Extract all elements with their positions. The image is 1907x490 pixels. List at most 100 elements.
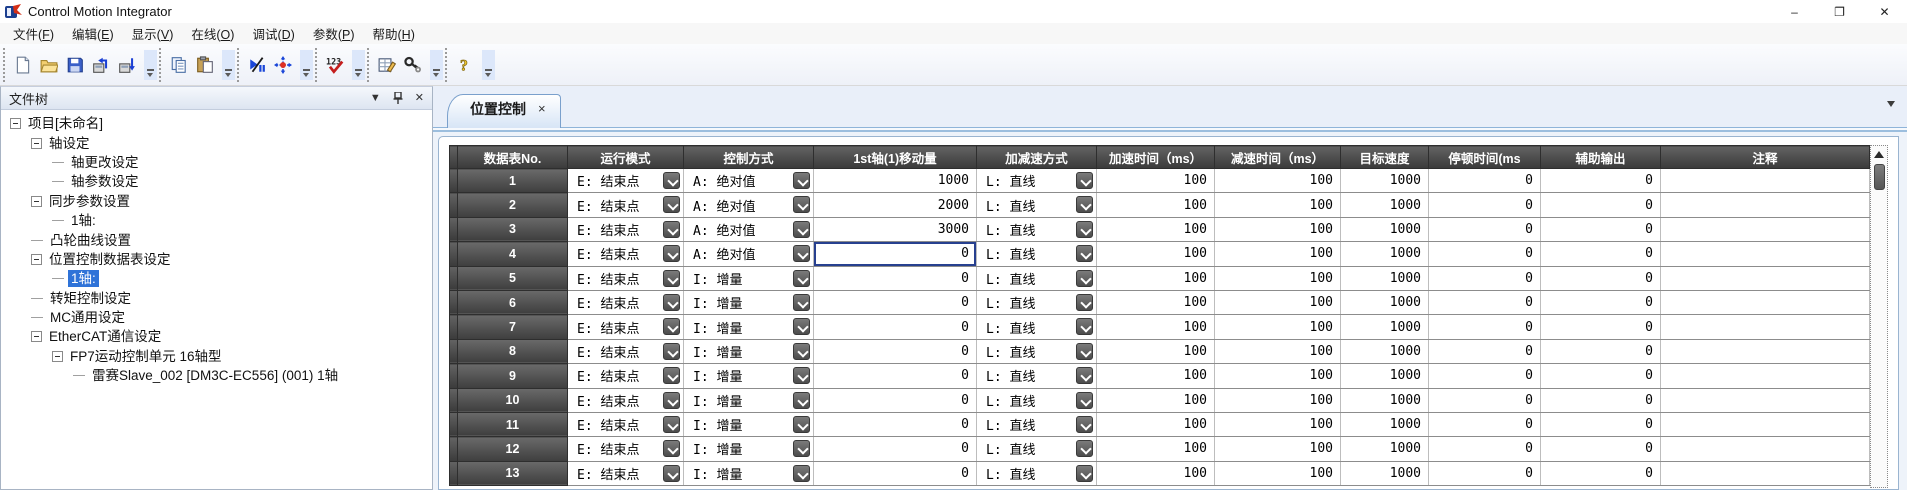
cell-accel-time[interactable]: 100	[1097, 461, 1215, 485]
cell-accel-time[interactable]: 100	[1097, 339, 1215, 363]
dropdown-chevron-icon[interactable]	[663, 440, 680, 457]
cell-dwell-time[interactable]: 0	[1429, 315, 1541, 339]
cell-dwell-time[interactable]: 0	[1429, 217, 1541, 241]
cell-dwell-time[interactable]: 0	[1429, 437, 1541, 461]
menu-item[interactable]: 调试(D)	[243, 22, 303, 45]
cell-table-no[interactable]: 8	[458, 339, 568, 363]
cell-comment[interactable]	[1661, 242, 1870, 266]
cell-dwell-time[interactable]: 0	[1429, 339, 1541, 363]
cell-accel-mode[interactable]: L: 直线	[977, 339, 1097, 363]
cell-control-mode[interactable]: A: 绝对值	[684, 169, 814, 193]
upload-from-unit-icon[interactable]	[90, 54, 112, 76]
cell-table-no[interactable]: 9	[458, 364, 568, 388]
collapse-icon[interactable]	[10, 118, 21, 129]
cell-table-no[interactable]: 12	[458, 437, 568, 461]
dropdown-chevron-icon[interactable]	[663, 221, 680, 238]
column-header[interactable]: 数据表No.	[458, 146, 568, 169]
cell-comment[interactable]	[1661, 461, 1870, 485]
data-check-icon[interactable]: 123	[324, 54, 346, 76]
toolbar-options-icon[interactable]	[482, 50, 495, 80]
dropdown-chevron-icon[interactable]	[793, 172, 810, 189]
cell-table-no[interactable]: 5	[458, 266, 568, 290]
cell-target-speed[interactable]: 1000	[1341, 266, 1429, 290]
column-header[interactable]: 1st轴(1)移动量	[814, 146, 977, 169]
toolbar-options-icon[interactable]	[222, 50, 235, 80]
cell-accel-time[interactable]: 100	[1097, 315, 1215, 339]
tree-node[interactable]: 轴更改设定	[4, 153, 432, 172]
cell-run-mode[interactable]: E: 结束点	[568, 364, 684, 388]
cell-dwell-time[interactable]: 0	[1429, 461, 1541, 485]
cell-run-mode[interactable]: E: 结束点	[568, 437, 684, 461]
cell-movement-amount[interactable]: 0	[814, 412, 977, 436]
cell-movement-amount[interactable]: 0	[814, 339, 977, 363]
cell-dwell-time[interactable]: 0	[1429, 412, 1541, 436]
dropdown-chevron-icon[interactable]	[1076, 196, 1093, 213]
cell-aux-output[interactable]: 0	[1541, 364, 1661, 388]
cell-run-mode[interactable]: E: 结束点	[568, 461, 684, 485]
panel-close-icon[interactable]: ✕	[415, 93, 424, 104]
cell-control-mode[interactable]: I: 增量	[684, 315, 814, 339]
cell-run-mode[interactable]: E: 结束点	[568, 169, 684, 193]
cell-accel-time[interactable]: 100	[1097, 364, 1215, 388]
dropdown-chevron-icon[interactable]	[663, 416, 680, 433]
column-header[interactable]: 加减速方式	[977, 146, 1097, 169]
cell-accel-mode[interactable]: L: 直线	[977, 315, 1097, 339]
cell-table-no[interactable]: 10	[458, 388, 568, 412]
cell-table-no[interactable]: 1	[458, 169, 568, 193]
cell-movement-amount[interactable]: 0	[814, 266, 977, 290]
cell-movement-amount[interactable]: 3000	[814, 217, 977, 241]
cell-accel-time[interactable]: 100	[1097, 242, 1215, 266]
cell-target-speed[interactable]: 1000	[1341, 290, 1429, 314]
cell-accel-mode[interactable]: L: 直线	[977, 242, 1097, 266]
cell-accel-time[interactable]: 100	[1097, 412, 1215, 436]
cell-control-mode[interactable]: I: 增量	[684, 412, 814, 436]
dropdown-chevron-icon[interactable]	[663, 270, 680, 287]
cell-decel-time[interactable]: 100	[1215, 193, 1341, 217]
cell-accel-mode[interactable]: L: 直线	[977, 364, 1097, 388]
cell-decel-time[interactable]: 100	[1215, 169, 1341, 193]
cell-run-mode[interactable]: E: 结束点	[568, 193, 684, 217]
cell-movement-amount[interactable]: 0	[814, 437, 977, 461]
cell-comment[interactable]	[1661, 388, 1870, 412]
cell-run-mode[interactable]: E: 结束点	[568, 217, 684, 241]
menu-item[interactable]: 显示(V)	[123, 22, 183, 45]
cell-run-mode[interactable]: E: 结束点	[568, 412, 684, 436]
dropdown-chevron-icon[interactable]	[1076, 416, 1093, 433]
cell-table-no[interactable]: 13	[458, 461, 568, 485]
cell-movement-amount[interactable]: 0	[814, 388, 977, 412]
tree-node[interactable]: 位置控制数据表设定	[4, 250, 432, 269]
cell-movement-amount[interactable]: 0	[814, 290, 977, 314]
cell-decel-time[interactable]: 100	[1215, 364, 1341, 388]
cell-accel-time[interactable]: 100	[1097, 388, 1215, 412]
toolbar-options-icon[interactable]	[430, 50, 443, 80]
download-to-unit-icon[interactable]	[116, 54, 138, 76]
dropdown-chevron-icon[interactable]	[793, 367, 810, 384]
column-header[interactable]: 减速时间（ms）	[1215, 146, 1341, 169]
save-icon[interactable]	[64, 54, 86, 76]
cell-target-speed[interactable]: 1000	[1341, 193, 1429, 217]
dropdown-chevron-icon[interactable]	[663, 367, 680, 384]
tree-node[interactable]: 1轴:	[4, 211, 432, 230]
cell-decel-time[interactable]: 100	[1215, 242, 1341, 266]
cell-target-speed[interactable]: 1000	[1341, 364, 1429, 388]
tree-node[interactable]: 雷赛Slave_002 [DM3C-EC556] (001) 1轴	[4, 366, 432, 385]
cell-aux-output[interactable]: 0	[1541, 169, 1661, 193]
cell-run-mode[interactable]: E: 结束点	[568, 339, 684, 363]
column-header[interactable]: 停顿时间(ms	[1429, 146, 1541, 169]
collapse-icon[interactable]	[31, 331, 42, 342]
menu-item[interactable]: 在线(O)	[182, 22, 243, 45]
dropdown-chevron-icon[interactable]	[1076, 343, 1093, 360]
cell-table-no[interactable]: 3	[458, 217, 568, 241]
dropdown-chevron-icon[interactable]	[663, 392, 680, 409]
dropdown-chevron-icon[interactable]	[663, 465, 680, 482]
dropdown-chevron-icon[interactable]	[1076, 221, 1093, 238]
cell-control-mode[interactable]: I: 增量	[684, 364, 814, 388]
vertical-scrollbar[interactable]	[1870, 145, 1888, 488]
dropdown-chevron-icon[interactable]	[1076, 465, 1093, 482]
dropdown-chevron-icon[interactable]	[1076, 270, 1093, 287]
cell-decel-time[interactable]: 100	[1215, 266, 1341, 290]
dropdown-chevron-icon[interactable]	[793, 196, 810, 213]
cell-control-mode[interactable]: A: 绝对值	[684, 193, 814, 217]
dropdown-chevron-icon[interactable]	[1076, 440, 1093, 457]
cell-comment[interactable]	[1661, 412, 1870, 436]
